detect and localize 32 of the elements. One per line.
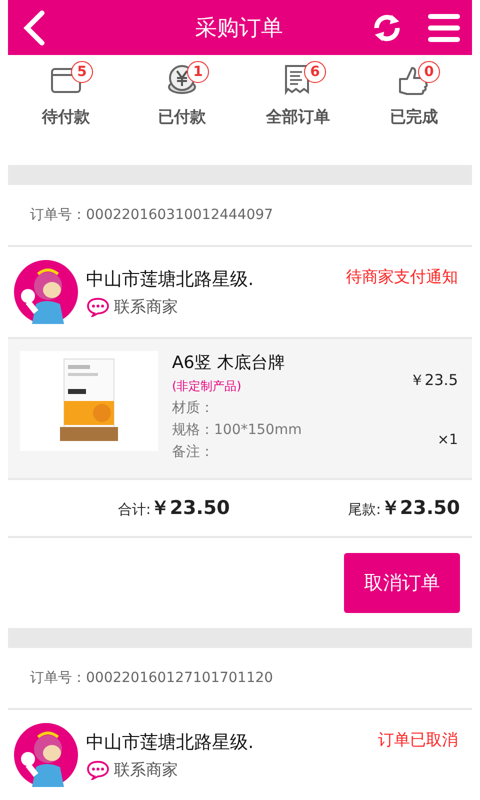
merchant-name: 中山市莲塘北路星级. xyxy=(86,268,255,290)
product-price: ￥23.5 xyxy=(410,371,458,390)
chat-icon[interactable] xyxy=(86,297,110,317)
tab-label[interactable]: 全部订单 xyxy=(266,107,330,128)
order-total: 合计:￥23.50 xyxy=(118,496,230,521)
count-badge: 1 xyxy=(187,61,209,83)
product-quantity: ×1 xyxy=(437,432,458,448)
product-attribute: 规格：100*150mm xyxy=(172,421,303,439)
product-attribute: 材质： xyxy=(172,399,215,417)
receipt-icon[interactable] xyxy=(284,64,312,96)
count-badge: 5 xyxy=(71,61,93,83)
tab-label[interactable]: 已付款 xyxy=(158,107,206,128)
contact-merchant-link[interactable]: 联系商家 xyxy=(114,296,178,318)
chat-icon[interactable] xyxy=(86,760,110,780)
order-balance: 尾款:￥23.50 xyxy=(348,496,460,521)
merchant-name: 中山市莲塘北路星级. xyxy=(86,730,255,754)
page-title: 采购订单 xyxy=(194,14,284,42)
tab-label[interactable]: 已完成 xyxy=(390,107,438,128)
cancel-order-button[interactable]: 取消订单 xyxy=(344,553,460,613)
back-icon[interactable] xyxy=(22,10,46,46)
product-attribute: 备注： xyxy=(172,443,215,461)
menu-icon[interactable] xyxy=(428,14,460,42)
tab-label[interactable]: 待付款 xyxy=(42,107,90,128)
order-status: 订单已取消 xyxy=(378,730,458,751)
order-status: 待商家支付通知 xyxy=(346,267,458,288)
contact-merchant-link[interactable]: 联系商家 xyxy=(114,760,178,780)
order-number: 订单号：000220160127101701120 xyxy=(8,648,472,710)
count-badge: 6 xyxy=(304,61,326,83)
count-badge: 0 xyxy=(418,61,440,83)
product-name: A6竖 木底台牌 xyxy=(172,352,286,374)
product-tag: (非定制产品) xyxy=(172,378,396,395)
order-number: 订单号：000220160310012444097 xyxy=(8,185,472,247)
